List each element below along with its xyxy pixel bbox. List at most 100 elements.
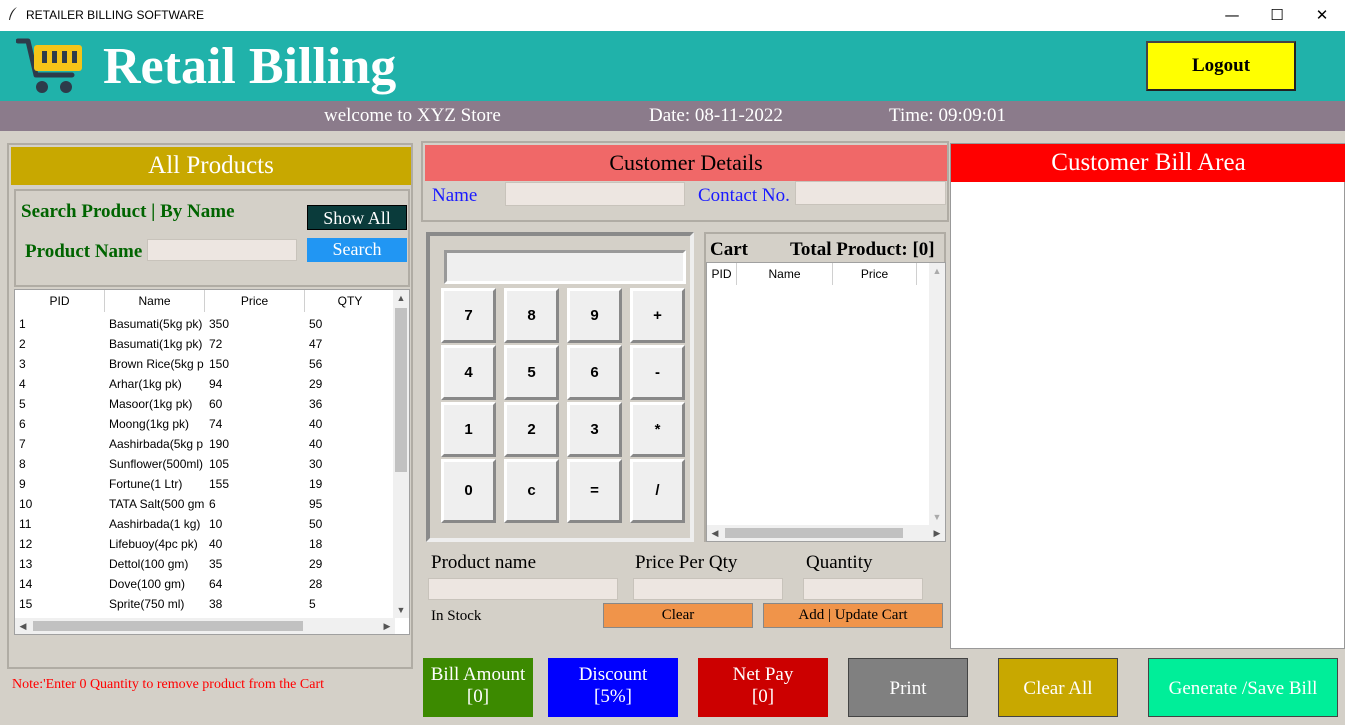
- search-button[interactable]: Search: [307, 238, 407, 262]
- calc-button-8[interactable]: 8: [504, 288, 559, 343]
- logout-button[interactable]: Logout: [1146, 41, 1296, 91]
- welcome-text: welcome to XYZ Store: [324, 105, 501, 126]
- table-row[interactable]: 1 Basumati(5kg pk) 350 50: [15, 314, 395, 334]
- info-bar: welcome to XYZ Store Date: 08-11-2022 Ti…: [0, 101, 1345, 131]
- column-header-price[interactable]: Price: [205, 290, 305, 312]
- qty-cell: 47: [309, 337, 323, 351]
- contact-no-label: Contact No.: [698, 185, 790, 206]
- clear-all-button[interactable]: Clear All: [998, 658, 1118, 717]
- table-row[interactable]: 2 Basumati(1kg pk) 72 47: [15, 334, 395, 354]
- calc-button-0[interactable]: 0: [441, 459, 496, 523]
- table-row[interactable]: 13 Dettol(100 gm) 35 29: [15, 554, 395, 574]
- table-row[interactable]: 12 Lifebuoy(4pc pk) 40 18: [15, 534, 395, 554]
- column-header-name[interactable]: Name: [105, 290, 205, 312]
- cart-column-name[interactable]: Name: [737, 263, 833, 285]
- products-panel: All Products Search Product | By Name Sh…: [7, 143, 413, 669]
- table-row[interactable]: 8 Sunflower(500ml) 105 30: [15, 454, 395, 474]
- qty-cell: 5: [309, 597, 316, 611]
- price-cell: 74: [209, 417, 223, 431]
- column-header-qty[interactable]: QTY: [305, 290, 395, 312]
- calc-button-multiply[interactable]: *: [630, 402, 685, 457]
- calc-button-5[interactable]: 5: [504, 345, 559, 400]
- calculator-display[interactable]: [444, 250, 686, 284]
- calc-button-2[interactable]: 2: [504, 402, 559, 457]
- cart-product-name-label: Product name: [431, 552, 537, 573]
- clear-cart-entry-button[interactable]: Clear: [603, 603, 753, 628]
- calc-button-minus[interactable]: -: [630, 345, 685, 400]
- customer-details-panel: Customer Details Name Contact No.: [421, 141, 949, 222]
- contact-no-input[interactable]: [795, 181, 946, 205]
- products-table: PID Name Price QTY 1 Basumati(5kg pk) 350 5…: [14, 289, 410, 635]
- calc-button-7[interactable]: 7: [441, 288, 496, 343]
- bill-text-area[interactable]: [951, 182, 1344, 648]
- calc-button-clear[interactable]: c: [504, 459, 559, 523]
- price-cell: 64: [209, 577, 223, 591]
- pid-cell: 9: [19, 477, 26, 491]
- product-name-search-input[interactable]: [147, 239, 297, 261]
- name-cell: Moong(1kg pk): [109, 417, 190, 431]
- total-product-count: Total Product: [0]: [790, 239, 935, 260]
- minimize-button[interactable]: —: [1209, 0, 1255, 31]
- date-text: Date: 08-11-2022: [649, 105, 783, 126]
- show-all-button[interactable]: Show All: [307, 205, 407, 230]
- name-cell: Lifebuoy(4pc pk): [109, 537, 198, 551]
- cart-note: Note:'Enter 0 Quantity to remove product…: [12, 677, 324, 692]
- price-cell: 350: [209, 317, 230, 331]
- net-pay-display: Net Pay [0]: [698, 658, 828, 717]
- table-row[interactable]: 3 Brown Rice(5kg p 150 56: [15, 354, 395, 374]
- pid-cell: 4: [19, 377, 26, 391]
- app-header: Retail Billing Logout: [0, 31, 1345, 101]
- cart-horizontal-scrollbar[interactable]: ◀ ▶: [707, 525, 945, 541]
- cart-vertical-scrollbar[interactable]: ▲ ▼: [929, 263, 945, 525]
- products-scroll-thumb[interactable]: [395, 308, 407, 472]
- calc-button-plus[interactable]: +: [630, 288, 685, 343]
- cart-product-name-input[interactable]: [428, 578, 618, 600]
- pid-cell: 5: [19, 397, 26, 411]
- product-name-label: Product Name: [25, 241, 143, 262]
- calc-button-1[interactable]: 1: [441, 402, 496, 457]
- calc-button-4[interactable]: 4: [441, 345, 496, 400]
- price-per-qty-input[interactable]: [633, 578, 783, 600]
- generate-save-bill-button[interactable]: Generate /Save Bill: [1148, 658, 1338, 717]
- table-row[interactable]: 14 Dove(100 gm) 64 28: [15, 574, 395, 594]
- customer-name-input[interactable]: [505, 182, 685, 206]
- cart-column-price[interactable]: Price: [833, 263, 917, 285]
- search-product-label: Search Product | By Name: [21, 201, 235, 222]
- app-title: Retail Billing: [103, 38, 397, 95]
- calc-button-divide[interactable]: /: [630, 459, 685, 523]
- table-row[interactable]: 15 Sprite(750 ml) 38 5: [15, 594, 395, 614]
- calc-button-6[interactable]: 6: [567, 345, 622, 400]
- table-row[interactable]: 4 Arhar(1kg pk) 94 29: [15, 374, 395, 394]
- cart-column-pid[interactable]: PID: [707, 263, 737, 285]
- table-row[interactable]: 11 Aashirbada(1 kg) 10 50: [15, 514, 395, 534]
- table-row[interactable]: 9 Fortune(1 Ltr) 155 19: [15, 474, 395, 494]
- price-cell: 105: [209, 457, 230, 471]
- calc-button-equals[interactable]: =: [567, 459, 622, 523]
- column-header-pid[interactable]: PID: [15, 290, 105, 312]
- calc-button-9[interactable]: 9: [567, 288, 622, 343]
- pid-cell: 11: [19, 517, 32, 531]
- price-cell: 6: [209, 497, 216, 511]
- quantity-input[interactable]: [803, 578, 923, 600]
- add-update-cart-button[interactable]: Add | Update Cart: [763, 603, 943, 628]
- products-vertical-scrollbar[interactable]: ▲ ▼: [393, 290, 409, 618]
- price-cell: 40: [209, 537, 223, 551]
- price-per-qty-label: Price Per Qty: [635, 552, 738, 573]
- customer-bill-area: Customer Bill Area: [950, 143, 1345, 649]
- products-horizontal-scrollbar[interactable]: ◀ ▶: [15, 618, 395, 634]
- table-row[interactable]: 6 Moong(1kg pk) 74 40: [15, 414, 395, 434]
- calc-button-3[interactable]: 3: [567, 402, 622, 457]
- table-row[interactable]: 10 TATA Salt(500 gm 6 95: [15, 494, 395, 514]
- net-pay-value: [0]: [751, 686, 775, 707]
- bill-amount-label: Bill Amount: [430, 664, 526, 685]
- table-row[interactable]: 7 Aashirbada(5kg p 190 40: [15, 434, 395, 454]
- pid-cell: 12: [19, 537, 33, 551]
- price-cell: 60: [209, 397, 223, 411]
- close-button[interactable]: ✕: [1299, 0, 1345, 31]
- qty-cell: 40: [309, 437, 323, 451]
- print-button[interactable]: Print: [848, 658, 968, 717]
- pid-cell: 3: [19, 357, 26, 371]
- maximize-button[interactable]: ☐: [1254, 0, 1300, 31]
- table-row[interactable]: 5 Masoor(1kg pk) 60 36: [15, 394, 395, 414]
- name-cell: Brown Rice(5kg p: [109, 357, 204, 371]
